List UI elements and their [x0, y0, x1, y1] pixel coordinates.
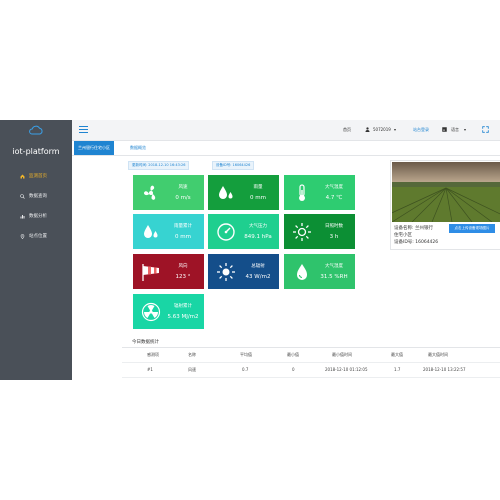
table-row: #1 风速 0.7 0 2018-12-10 01:12:05 1.7 2018… — [122, 363, 500, 378]
sidebar-nav: 监测首页 数据查询 数据分析 站点位置 — [0, 166, 72, 246]
sidebar: iot-platform 监测首页 数据查询 数据分析 站点位置 — [0, 120, 72, 380]
sun-rays-icon — [217, 263, 235, 281]
tile-value: 5.63 MJ/m2 — [167, 314, 199, 320]
tile-air-temperature: 大气温度 4.7 ℃ — [284, 175, 355, 210]
tile-label: 雨量累计 — [174, 224, 192, 229]
main-content: 首页 5072019 ▾ 站台登录 A 语言 ▾ 兰州银行住宅小区 数据概览 更… — [72, 120, 500, 380]
update-time-badge: 更新时间: 2018-12-10 16:43:26 — [128, 161, 190, 170]
station-login-link[interactable]: 站台登录 — [413, 127, 429, 133]
tile-value: 123 ° — [175, 274, 191, 280]
table-header-cell: 最小值 — [287, 352, 299, 357]
tile-label: 大气压力 — [249, 224, 267, 229]
tile-sunshine-hours: 日照时数 3 h — [284, 214, 355, 249]
stats-title: 今日数据统计 — [132, 340, 159, 345]
fan-icon — [144, 185, 156, 200]
device-address: 住宅小区 — [394, 233, 412, 238]
table-header-row: 感测项 名称 平均值 最小值 最小值时间 最大值 最大值时间 — [122, 348, 500, 363]
sidebar-item-data-analysis[interactable]: 数据分析 — [0, 206, 72, 226]
sidebar-item-label: 监测首页 — [29, 174, 47, 179]
gauge-icon — [217, 223, 235, 241]
tile-label: 雨量 — [253, 185, 263, 190]
tile-wind-speed: 风速 0 m/s — [133, 175, 204, 210]
windsock-icon — [142, 264, 159, 281]
language-chevron-icon[interactable]: ▾ — [464, 127, 466, 132]
sidebar-item-site-location[interactable]: 站点位置 — [0, 226, 72, 246]
sidebar-item-label: 数据查询 — [29, 194, 47, 199]
table-cell: 2018-12-10 13:22:57 — [423, 367, 466, 372]
humidity-icon — [297, 264, 307, 280]
sun-icon — [293, 223, 311, 241]
tab-bar: 兰州银行住宅小区 数据概览 — [72, 141, 500, 156]
tile-label: 风速 — [178, 185, 188, 190]
site-photo — [392, 162, 500, 222]
top-bar: 首页 5072019 ▾ 站台登录 A 语言 ▾ — [72, 120, 500, 141]
fullscreen-icon[interactable] — [482, 126, 489, 133]
tile-value: 43 W/m2 — [245, 274, 271, 280]
table-header-cell: 最小值时间 — [332, 352, 352, 357]
tile-label: 大气湿度 — [325, 264, 343, 269]
device-id-badge: 设备ID号: 16064426 — [212, 161, 255, 170]
tile-value: 849.1 hPa — [244, 234, 272, 240]
table-header-cell: 最大值时间 — [428, 352, 448, 357]
tile-air-pressure: 大气压力 849.1 hPa — [208, 214, 279, 249]
tile-total-radiation: 总辐射 43 W/m2 — [208, 254, 279, 289]
tile-label: 辐射累计 — [174, 304, 192, 309]
user-icon — [365, 127, 370, 132]
home-icon — [20, 174, 25, 178]
tab-site[interactable]: 兰州银行住宅小区 — [74, 141, 114, 155]
menu-toggle-icon[interactable] — [79, 126, 88, 134]
tab-data-overview[interactable]: 数据概览 — [126, 141, 150, 155]
table-cell: 0 — [292, 367, 295, 372]
table-cell: 2018-12-10 01:12:05 — [325, 367, 368, 372]
search-icon — [20, 193, 25, 199]
radiation-icon — [141, 302, 161, 322]
tile-rainfall-total: 雨量累计 0 mm — [133, 214, 204, 249]
app-frame: iot-platform 监测首页 数据查询 数据分析 站点位置 首页 5072… — [0, 120, 500, 380]
raindrops-icon — [144, 225, 158, 238]
brand-title: iot-platform — [12, 147, 60, 156]
table-cell: 风速 — [188, 367, 196, 372]
table-cell: #1 — [147, 367, 153, 372]
tile-value: 31.5 %RH — [320, 274, 348, 280]
user-menu-chevron-icon[interactable]: ▾ — [394, 127, 396, 132]
table-cell: 1.7 — [394, 367, 401, 372]
tile-label: 总辐射 — [251, 264, 265, 269]
thermometer-icon — [299, 184, 305, 201]
sidebar-item-home[interactable]: 监测首页 — [0, 166, 72, 186]
tile-label: 风向 — [178, 264, 188, 269]
tile-value: 4.7 ℃ — [325, 195, 343, 201]
device-name: 设备名称: 兰州银行 — [394, 226, 433, 231]
stats-table: 感测项 名称 平均值 最小值 最小值时间 最大值 最大值时间 #1 风速 0.7… — [122, 347, 500, 378]
tile-value: 0 m/s — [175, 195, 191, 201]
language-icon: A — [442, 127, 447, 132]
sidebar-item-label: 站点位置 — [29, 234, 47, 239]
tile-label: 日照时数 — [325, 224, 343, 229]
bar-chart-icon — [20, 214, 25, 218]
user-menu[interactable]: 5072019 — [373, 127, 391, 132]
tile-wind-direction: 风向 123 ° — [133, 254, 204, 289]
tile-air-humidity: 大气湿度 31.5 %RH — [284, 254, 355, 289]
tile-value: 0 mm — [250, 195, 266, 201]
table-cell: 0.7 — [242, 367, 249, 372]
device-card: 设备名称: 兰州银行 住宅小区 设备ID号: 16064426 点击上传设备现场… — [390, 160, 500, 250]
table-header-cell: 平均值 — [240, 352, 252, 357]
tile-radiation-total: 辐射累计 5.63 MJ/m2 — [133, 294, 204, 329]
device-id: 设备ID号: 16064426 — [394, 240, 439, 245]
sidebar-item-data-query[interactable]: 数据查询 — [0, 186, 72, 206]
tile-value: 0 mm — [175, 234, 191, 240]
table-header-cell: 感测项 — [147, 352, 159, 357]
tile-label: 大气温度 — [325, 185, 343, 190]
table-header-cell: 名称 — [188, 352, 196, 357]
map-pin-icon — [20, 233, 25, 239]
table-header-cell: 最大值 — [391, 352, 403, 357]
tile-value: 3 h — [329, 234, 339, 240]
upload-photo-button[interactable]: 点击上传设备现场图片 — [449, 224, 495, 233]
raindrop-icon — [219, 186, 233, 199]
sidebar-item-label: 数据分析 — [29, 214, 47, 219]
tile-rainfall: 雨量 0 mm — [208, 175, 279, 210]
cloud-logo-icon — [29, 125, 43, 135]
home-link[interactable]: 首页 — [343, 127, 351, 133]
language-menu[interactable]: 语言 — [451, 127, 459, 133]
